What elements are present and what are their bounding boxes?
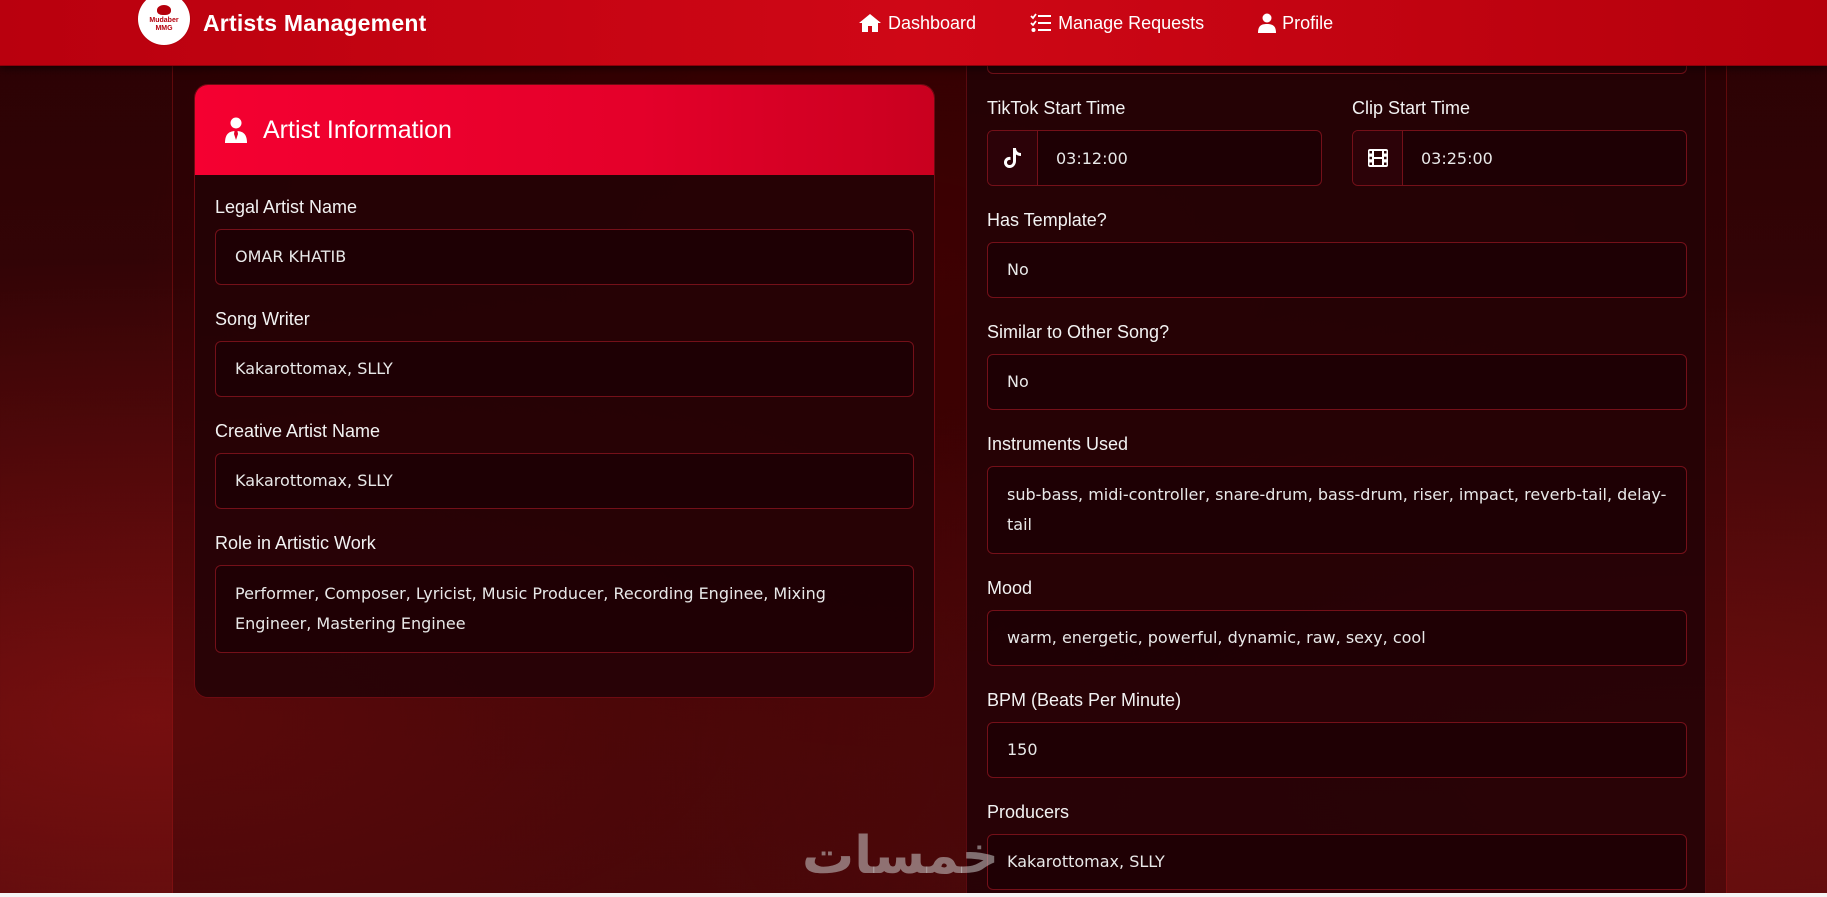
field-mood: Mood warm, energetic, powerful, dynamic,… bbox=[987, 578, 1687, 666]
nav-links: Dashboard Manage Requests Profile bbox=[858, 0, 1387, 46]
field-has-template: Has Template? No bbox=[987, 210, 1687, 298]
field-tiktok-start-time: TikTok Start Time 03:12:00 bbox=[987, 98, 1322, 186]
field-clip-start-time: Clip Start Time 03:25:00 bbox=[1352, 98, 1687, 186]
legal-artist-name-input[interactable]: OMAR KHATIB bbox=[215, 229, 914, 285]
field-label: Has Template? bbox=[987, 210, 1107, 230]
field-label: Legal Artist Name bbox=[215, 197, 358, 217]
bpm-input[interactable]: 150 bbox=[987, 722, 1687, 778]
field-bpm: BPM (Beats Per Minute) 150 bbox=[987, 690, 1687, 778]
field-producers: Producers Kakarottomax, SLLY bbox=[987, 802, 1687, 890]
field-label: Instruments Used bbox=[987, 434, 1129, 454]
role-in-artistic-work-input[interactable]: Performer, Composer, Lyricist, Music Pro… bbox=[215, 565, 914, 653]
field-label: Clip Start Time bbox=[1352, 98, 1471, 118]
artist-information-card: Artist Information Legal Artist Name OMA… bbox=[194, 84, 935, 698]
tiktok-icon bbox=[1003, 148, 1021, 168]
nav-profile[interactable]: Profile bbox=[1258, 13, 1333, 34]
tiktok-start-time-group: 03:12:00 bbox=[987, 130, 1322, 186]
field-label: BPM (Beats Per Minute) bbox=[987, 690, 1182, 710]
film-icon bbox=[1367, 149, 1388, 167]
field-label: Creative Artist Name bbox=[215, 421, 381, 441]
tiktok-addon bbox=[988, 131, 1038, 185]
similar-to-other-song-input[interactable]: No bbox=[987, 354, 1687, 410]
home-icon bbox=[859, 14, 881, 32]
nav-manage-requests-label: Manage Requests bbox=[1058, 12, 1205, 33]
field-label: Song Writer bbox=[215, 309, 310, 329]
artist-card-header: Artist Information bbox=[195, 85, 934, 175]
previous-field-edge bbox=[987, 66, 1687, 74]
bottom-edge bbox=[0, 893, 1827, 897]
nav-profile-label: Profile bbox=[1282, 12, 1334, 33]
song-writer-input[interactable]: Kakarottomax, SLLY bbox=[215, 341, 914, 397]
field-legal-artist-name: Legal Artist Name OMAR KHATIB bbox=[215, 197, 914, 285]
field-label: Similar to Other Song? bbox=[987, 322, 1170, 342]
nav-dashboard-label: Dashboard bbox=[888, 12, 977, 33]
nav-manage-requests[interactable]: Manage Requests bbox=[1030, 13, 1204, 34]
user-icon bbox=[1258, 13, 1277, 33]
field-label: Role in Artistic Work bbox=[215, 533, 376, 553]
brand[interactable]: Mudaber MMG Artists Management bbox=[140, 0, 426, 46]
clip-addon bbox=[1353, 131, 1403, 185]
instruments-used-input[interactable]: sub-bass, midi-controller, snare-drum, b… bbox=[987, 466, 1687, 554]
field-creative-artist-name: Creative Artist Name Kakarottomax, SLLY bbox=[215, 421, 914, 509]
artist-card-body: Legal Artist Name OMAR KHATIB Song Write… bbox=[195, 175, 934, 653]
logo-text: Mudaber MMG bbox=[149, 17, 179, 32]
song-details-body: TikTok Start Time 03:12:00 Clip Start Ti… bbox=[987, 98, 1687, 897]
tiktok-start-time-input[interactable]: 03:12:00 bbox=[1038, 131, 1321, 185]
brand-logo[interactable]: Mudaber MMG bbox=[140, 0, 188, 43]
field-label: TikTok Start Time bbox=[987, 98, 1126, 118]
clip-start-time-group: 03:25:00 bbox=[1352, 130, 1687, 186]
list-check-icon bbox=[1030, 13, 1052, 32]
nav-dashboard[interactable]: Dashboard bbox=[858, 13, 976, 34]
field-instruments-used: Instruments Used sub-bass, midi-controll… bbox=[987, 434, 1687, 554]
field-label: Mood bbox=[987, 578, 1033, 598]
field-label: Producers bbox=[987, 802, 1070, 822]
field-song-writer: Song Writer Kakarottomax, SLLY bbox=[215, 309, 914, 397]
field-similar-to-other-song: Similar to Other Song? No bbox=[987, 322, 1687, 410]
field-role-in-artistic-work: Role in Artistic Work Performer, Compose… bbox=[215, 533, 914, 653]
creative-artist-name-input[interactable]: Kakarottomax, SLLY bbox=[215, 453, 914, 509]
logo-mark-icon bbox=[157, 5, 171, 15]
artist-card-title: Artist Information bbox=[263, 115, 452, 144]
user-tie-icon bbox=[225, 117, 247, 143]
top-navbar: Mudaber MMG Artists Management Dashboard… bbox=[0, 0, 1827, 66]
producers-input[interactable]: Kakarottomax, SLLY bbox=[987, 834, 1687, 890]
brand-title[interactable]: Artists Management bbox=[203, 10, 426, 37]
mood-input[interactable]: warm, energetic, powerful, dynamic, raw,… bbox=[987, 610, 1687, 666]
start-times-row: TikTok Start Time 03:12:00 Clip Start Ti… bbox=[987, 98, 1687, 210]
song-details-panel: TikTok Start Time 03:12:00 Clip Start Ti… bbox=[966, 66, 1706, 897]
clip-start-time-input[interactable]: 03:25:00 bbox=[1403, 131, 1686, 185]
has-template-input[interactable]: No bbox=[987, 242, 1687, 298]
